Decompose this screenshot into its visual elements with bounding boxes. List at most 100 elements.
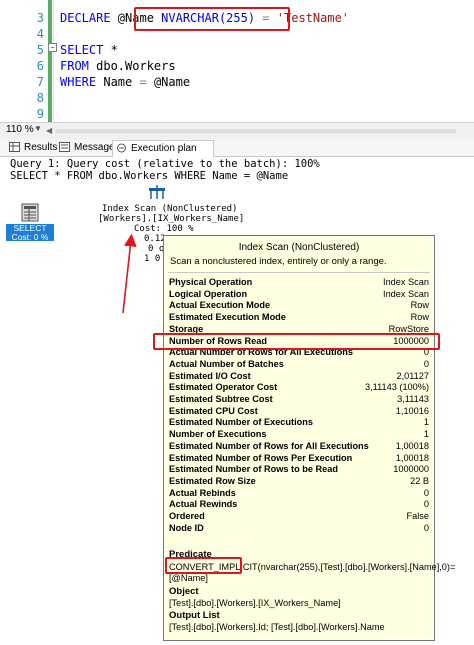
property-name: Estimated Number of Rows Per Execution — [169, 452, 353, 463]
property-name: Estimated I/O Cost — [169, 370, 251, 381]
line-number: 6 — [36, 59, 44, 73]
code-line-where: WHERE Name = @Name — [60, 74, 190, 90]
index-scan-cost: Cost: 100 % — [134, 224, 194, 234]
tooltip-property-row: Estimated Operator Cost 3,11143 (100%) — [169, 382, 429, 394]
column-name: Name — [96, 75, 140, 89]
property-name: Estimated Row Size — [169, 475, 256, 486]
property-name: Estimated Number of Rows to be Read — [169, 464, 338, 475]
property-name: Estimated Execution Mode — [169, 312, 286, 323]
select-cost: Cost: 0 % — [11, 231, 49, 242]
tooltip-title: Index Scan (NonClustered) — [238, 242, 360, 253]
tooltip-property-row: Estimated CPU Cost 1,10016 — [169, 406, 429, 418]
grid-icon — [9, 142, 20, 152]
property-value: Row — [410, 312, 429, 323]
operator-tooltip: Index Scan (NonClustered) Scan a nonclus… — [163, 235, 455, 641]
object-value: [Test].[dbo].[Workers].[IX_Workers_Name] — [169, 598, 341, 608]
keyword-declare: DECLARE — [60, 11, 111, 25]
property-name: Actual Rewinds — [169, 499, 238, 510]
predicate-value-cont: [@Name] — [169, 573, 208, 583]
tooltip-property-row: Actual Number of Batches 0 — [169, 359, 429, 371]
query-cost-line: Query 1: Query cost (relative to the bat… — [10, 158, 320, 170]
scroll-left-icon[interactable]: ◀ — [46, 126, 52, 135]
object-heading: Object — [169, 586, 199, 597]
index-scan-object: [Workers].[IX_Workers_Name] — [98, 214, 245, 224]
property-name: Actual Execution Mode — [169, 300, 271, 311]
code-line-select: SELECT * — [60, 42, 118, 58]
property-value: 3,11143 (100%) — [364, 382, 429, 393]
property-value: Index Scan — [383, 288, 429, 299]
tooltip-property-row: Estimated Number of Rows Per Execution 1,… — [169, 453, 429, 465]
tooltip-property-row: Logical Operation Index Scan — [169, 289, 429, 301]
arrow-line — [122, 233, 137, 314]
code-line-from: FROM dbo.Workers — [60, 58, 176, 74]
zoom-level[interactable]: 110 % — [6, 124, 34, 135]
line-number: 9 — [36, 107, 44, 121]
highlight-box-rows-read — [153, 333, 440, 350]
select-star: * — [103, 43, 118, 57]
table-name: dbo.Workers — [88, 59, 176, 73]
tab-execution-plan[interactable]: Execution plan — [112, 140, 214, 157]
select-operator-node[interactable]: SELECT Cost: 0 % — [6, 224, 54, 241]
select-operator-icon[interactable] — [20, 203, 40, 222]
property-value: 0 — [423, 487, 429, 498]
zoom-bar: 110 % ▼ ◀ — [0, 122, 474, 139]
line-number-gutter: 3 4 5 6 7 8 9 — [0, 0, 46, 122]
property-value: False — [406, 511, 429, 521]
highlight-box-convert-implicit — [165, 557, 242, 574]
property-name: Number of Executions — [169, 429, 267, 440]
property-name: Estimated Number of Executions — [169, 417, 313, 428]
tooltip-property-row: Estimated Number of Rows for All Executi… — [169, 441, 429, 453]
tooltip-property-row: Number of Executions 1 — [169, 429, 429, 441]
property-name: Node ID — [169, 522, 204, 533]
property-value: 22 B — [410, 475, 429, 486]
property-name: Logical Operation — [169, 288, 248, 299]
property-value: 1,00018 — [395, 440, 429, 451]
tooltip-property-row: Actual Rewinds 0 — [169, 499, 429, 511]
tooltip-property-row: Ordered False — [169, 511, 429, 523]
collapse-toggle[interactable]: − — [48, 43, 57, 52]
tab-messages[interactable]: Messages — [56, 140, 120, 155]
property-value: 0 — [423, 499, 429, 510]
keyword-where: WHERE — [60, 75, 97, 89]
tooltip-property-row: Estimated Row Size 22 B — [169, 476, 429, 488]
property-value: 2,01127 — [396, 370, 429, 381]
tab-results[interactable]: Results — [6, 140, 57, 155]
index-scan-title: Index Scan (NonClustered) — [102, 204, 238, 214]
line-number: 4 — [36, 27, 44, 41]
tooltip-description: Scan a nonclustered index, entirely or o… — [170, 256, 387, 267]
property-value: 1 — [423, 417, 429, 428]
property-name: Estimated Subtree Cost — [169, 394, 273, 404]
keyword-select: SELECT — [60, 43, 104, 57]
property-name: Estimated CPU Cost — [169, 405, 258, 416]
property-value: 0 — [423, 522, 429, 533]
tab-label: Execution plan — [131, 143, 197, 154]
index-scan-estimate: 1 0 — [144, 254, 161, 264]
horizontal-scrollbar[interactable] — [56, 129, 456, 133]
equals-sign: = — [139, 75, 147, 89]
property-name: Actual Number of Batches — [169, 358, 284, 369]
property-name: Ordered — [169, 511, 205, 521]
property-value: 1 — [423, 429, 429, 440]
line-number: 3 — [36, 11, 44, 25]
property-value: Row — [410, 300, 429, 311]
property-value: 1000000 — [393, 464, 429, 475]
editor-divider — [53, 0, 54, 122]
line-number: 8 — [36, 91, 44, 105]
zoom-dropdown-icon[interactable]: ▼ — [34, 124, 42, 133]
output-list-value: [Test].[dbo].[Workers].Id; [Test].[dbo].… — [169, 622, 385, 632]
highlight-box-nvarchar — [134, 7, 290, 31]
property-value: 3,11143 — [397, 394, 429, 404]
messages-icon — [59, 142, 70, 152]
property-name: Physical Operation — [169, 277, 253, 287]
keyword-from: FROM — [60, 59, 89, 73]
tooltip-property-row: Estimated Execution Mode Row — [169, 312, 429, 324]
tooltip-divider — [168, 272, 430, 273]
index-scan-icon[interactable] — [148, 184, 166, 200]
property-value: 1,00018 — [395, 452, 429, 463]
query-editor[interactable]: 3 4 5 6 7 8 9 − DECLARE @Name NVARCHAR(2… — [0, 0, 474, 122]
index-scan-rows: 0 o — [148, 244, 165, 254]
output-list-heading: Output List — [169, 610, 220, 621]
tooltip-property-row: Estimated Subtree Cost 3,11143 — [169, 394, 429, 406]
line-number: 5 — [36, 43, 44, 57]
tooltip-property-row: Estimated I/O Cost 2,01127 — [169, 371, 429, 383]
